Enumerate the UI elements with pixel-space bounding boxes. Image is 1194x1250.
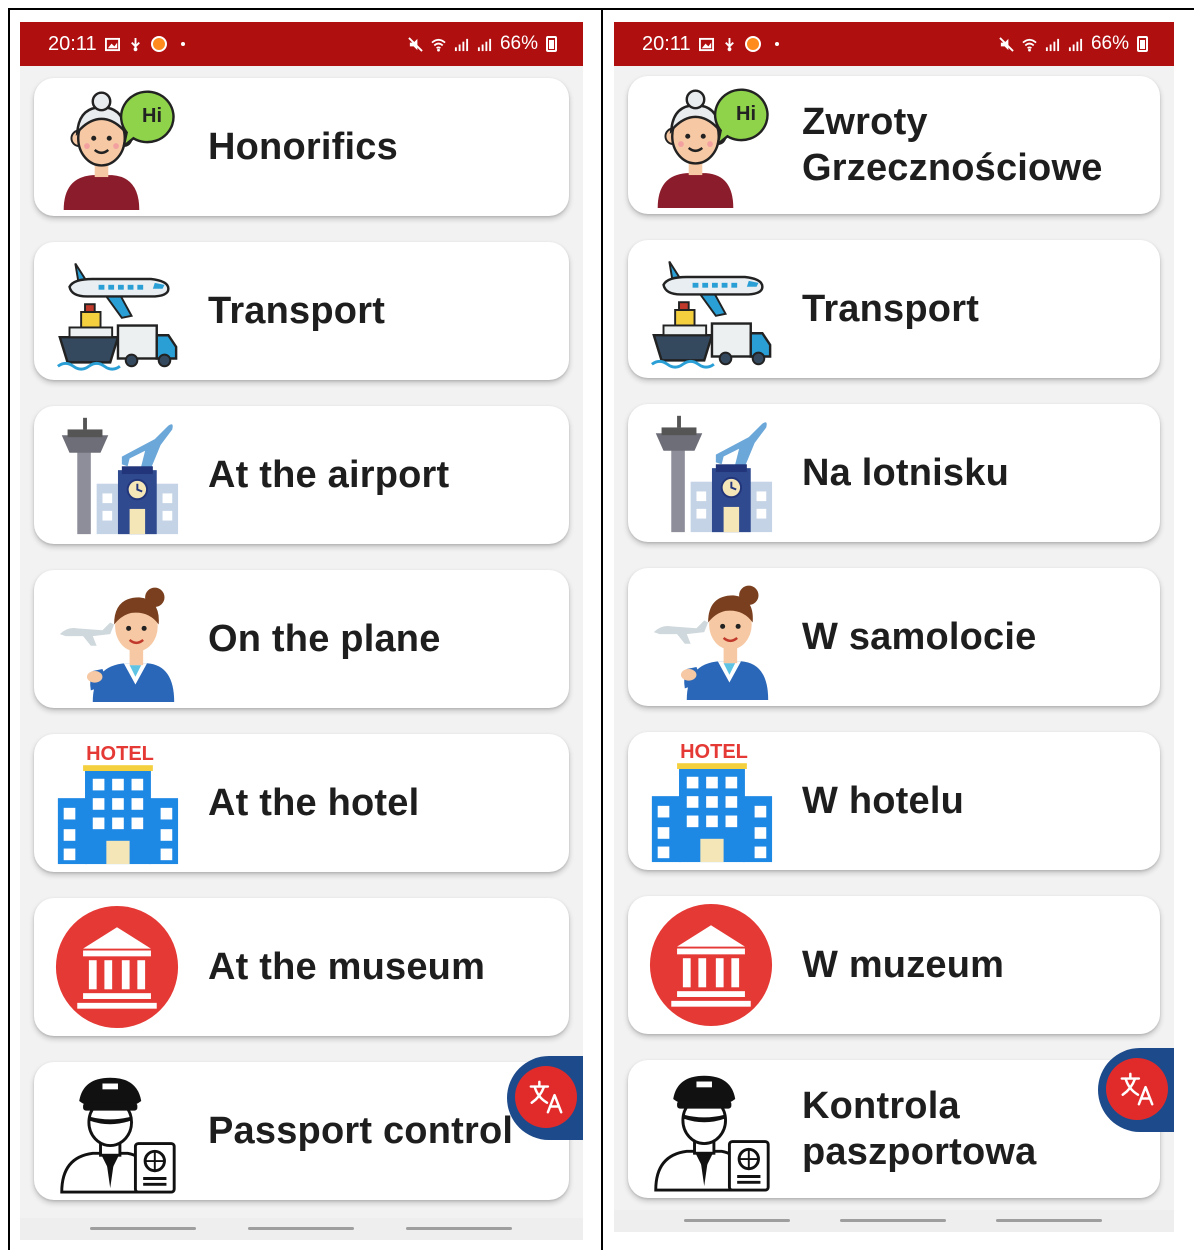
status-bar: 20:11 66% (20, 22, 583, 66)
category-card-airport[interactable]: At the airport (34, 406, 569, 544)
phone-screen-polish: 20:11 66% Hi Zwroty Grzecznościowe Trans… (614, 22, 1174, 1232)
category-label: Kontrola paszportowa (802, 1085, 1037, 1173)
flight-attendant-icon (54, 576, 180, 702)
transport-icon (648, 246, 774, 372)
category-label: Zwroty Grzecznościowe (802, 101, 1103, 189)
battery-icon (546, 36, 557, 52)
category-card-plane[interactable]: On the plane (34, 570, 569, 708)
nav-home-button[interactable] (248, 1227, 354, 1230)
hotel-sign-text: HOTEL (680, 741, 748, 763)
hi-bubble-text: Hi (142, 105, 162, 127)
wifi-icon (431, 38, 446, 52)
status-bar: 20:11 66% (614, 22, 1174, 66)
museum-icon (54, 904, 180, 1030)
category-card-hotel[interactable]: HOTEL W hotelu (628, 732, 1160, 870)
hi-bubble-text: Hi (736, 103, 756, 125)
passport-officer-icon (54, 1068, 180, 1194)
gallery-icon (698, 37, 714, 51)
category-label: At the airport (208, 454, 450, 496)
category-label: Honorifics (208, 126, 398, 168)
category-card-plane[interactable]: W samolocie (628, 568, 1160, 706)
category-label: W muzeum (802, 944, 1005, 986)
passport-officer-icon (648, 1066, 774, 1192)
nav-bar (20, 1218, 583, 1240)
nav-bar (614, 1210, 1174, 1232)
hotel-icon: HOTEL (54, 743, 180, 866)
more-notifications-icon (180, 42, 185, 46)
category-list: Hi Honorifics Transport At the airport O… (34, 78, 569, 1226)
nav-recent-button[interactable] (684, 1219, 790, 1222)
greeting-woman-icon: Hi (648, 82, 774, 208)
gallery-icon (104, 37, 120, 51)
translate-button[interactable] (1098, 1048, 1174, 1132)
category-card-honorifics[interactable]: Hi Zwroty Grzecznościowe (628, 76, 1160, 214)
category-card-passport[interactable]: Kontrola paszportowa (628, 1060, 1160, 1198)
category-label: W hotelu (802, 780, 965, 822)
greeting-woman-icon: Hi (54, 84, 180, 210)
app-notification-icon (744, 36, 761, 52)
mute-icon (999, 36, 1014, 52)
category-card-airport[interactable]: Na lotnisku (628, 404, 1160, 542)
nav-back-button[interactable] (406, 1227, 512, 1230)
signal-icon-2 (1068, 38, 1083, 51)
translate-icon (1118, 1070, 1156, 1108)
signal-icon-2 (477, 38, 492, 51)
nav-recent-button[interactable] (90, 1227, 196, 1230)
hotel-sign-text: HOTEL (86, 743, 154, 765)
phone-screen-english: 20:11 66% Hi Honorifics Transport At the… (20, 22, 583, 1240)
category-label: Transport (208, 290, 386, 332)
translate-button[interactable] (507, 1056, 583, 1140)
signal-icon (1045, 38, 1060, 51)
mute-icon (408, 36, 423, 52)
category-label: W samolocie (802, 616, 1037, 658)
category-card-transport[interactable]: Transport (628, 240, 1160, 378)
usb-icon (130, 37, 140, 51)
category-card-honorifics[interactable]: Hi Honorifics (34, 78, 569, 216)
flight-attendant-icon (648, 574, 774, 700)
status-time: 20:11 (642, 32, 691, 55)
category-label: Na lotnisku (802, 452, 1010, 494)
app-notification-icon (150, 36, 167, 52)
airport-icon (648, 410, 774, 536)
battery-percent: 66% (499, 33, 538, 54)
nav-home-button[interactable] (840, 1219, 946, 1222)
category-label: Transport (802, 288, 980, 330)
translate-icon (527, 1078, 565, 1116)
battery-percent: 66% (1090, 33, 1129, 54)
category-label: At the museum (208, 946, 486, 988)
museum-icon (648, 902, 774, 1028)
battery-icon (1137, 36, 1148, 52)
category-card-museum[interactable]: At the museum (34, 898, 569, 1036)
category-card-hotel[interactable]: HOTEL At the hotel (34, 734, 569, 872)
hotel-icon: HOTEL (648, 741, 774, 864)
transport-icon (54, 248, 180, 374)
more-notifications-icon (774, 42, 779, 46)
category-list: Hi Zwroty Grzecznościowe Transport Na lo… (628, 76, 1160, 1224)
status-time: 20:11 (48, 32, 97, 55)
category-card-transport[interactable]: Transport (34, 242, 569, 380)
nav-back-button[interactable] (996, 1219, 1102, 1222)
category-card-passport[interactable]: Passport control (34, 1062, 569, 1200)
category-label: At the hotel (208, 782, 420, 824)
category-card-museum[interactable]: W muzeum (628, 896, 1160, 1034)
category-label: Passport control (208, 1110, 514, 1152)
wifi-icon (1022, 38, 1037, 52)
usb-icon (724, 37, 734, 51)
airport-icon (54, 412, 180, 538)
signal-icon (454, 38, 469, 51)
category-label: On the plane (208, 618, 441, 660)
